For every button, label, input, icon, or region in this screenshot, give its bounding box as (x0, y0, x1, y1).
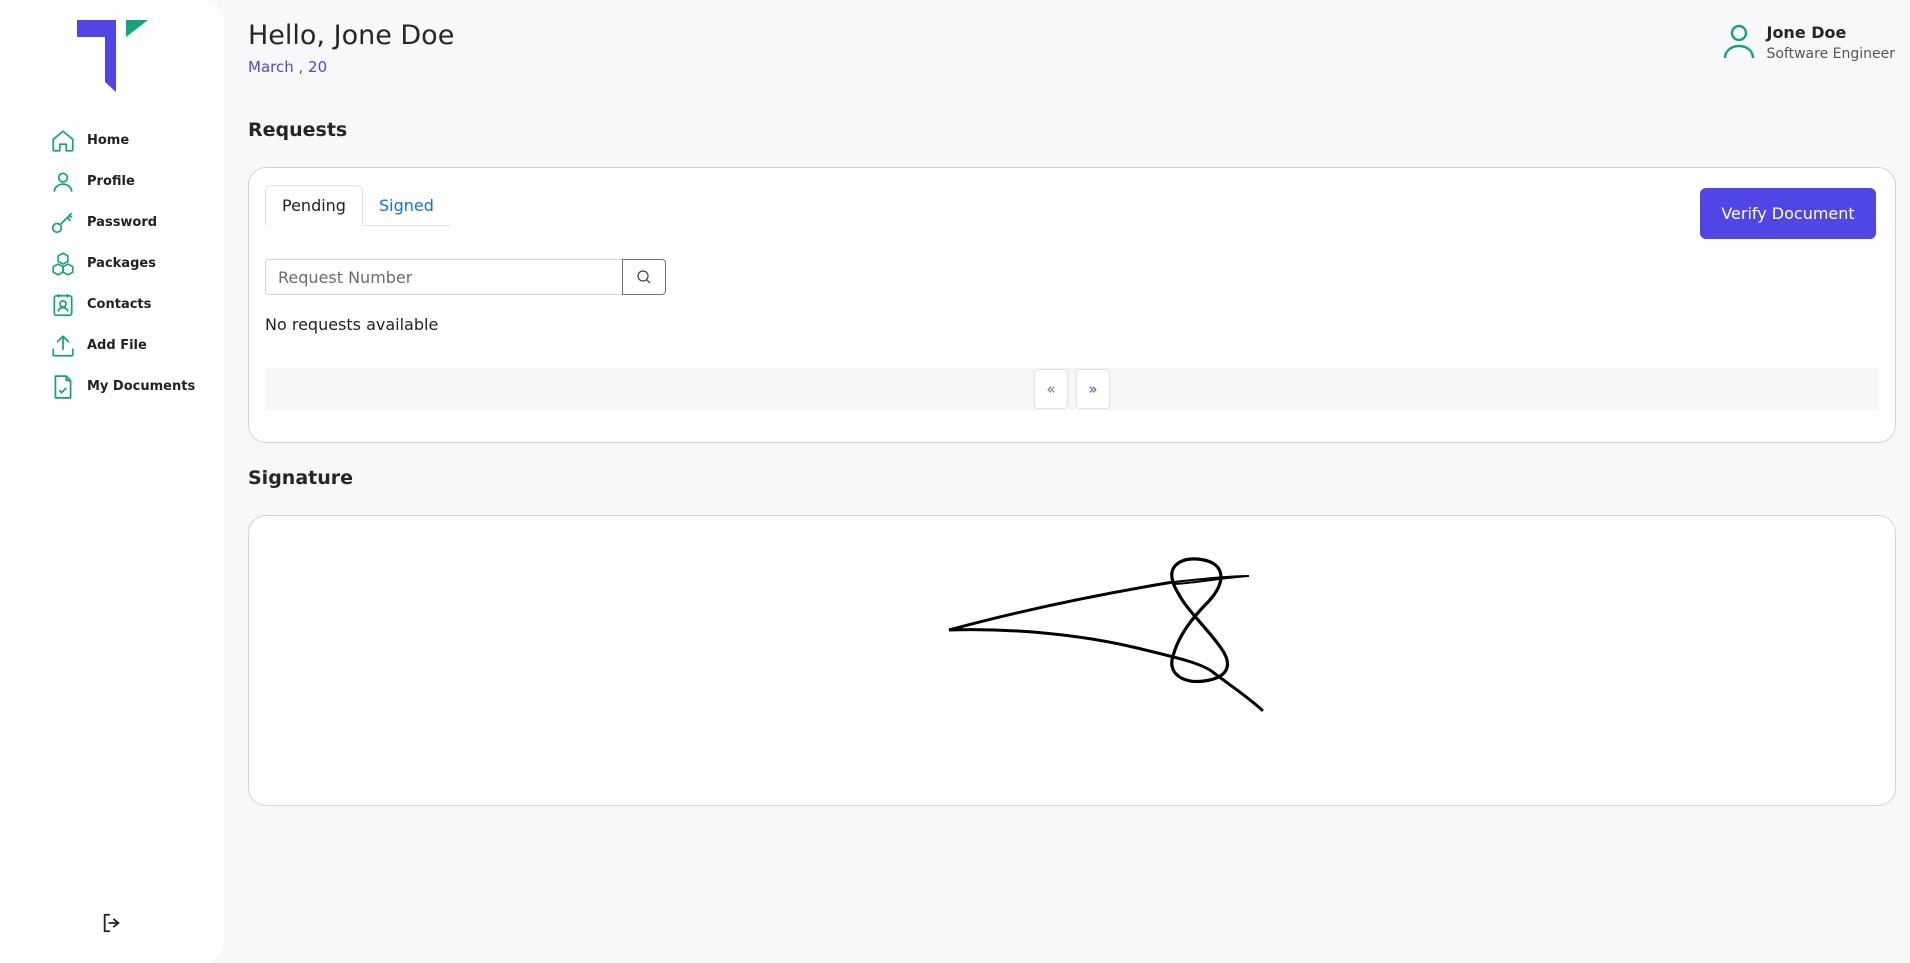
pagination: « » (265, 368, 1879, 410)
sidebar-item-label: Home (87, 133, 130, 148)
sidebar-item-profile[interactable]: Profile (50, 161, 195, 202)
sidebar: Home Profile Password Packages Contacts (0, 0, 224, 963)
greeting-title: Hello, Jone Doe (248, 20, 455, 51)
sidebar-nav: Home Profile Password Packages Contacts (50, 120, 195, 407)
sidebar-item-password[interactable]: Password (50, 202, 195, 243)
request-number-input[interactable] (265, 259, 622, 295)
packages-icon (50, 251, 76, 277)
sidebar-item-home[interactable]: Home (50, 120, 195, 161)
signature-image (948, 557, 1264, 712)
requests-card: Pending Signed Verify Document No reques… (248, 167, 1896, 443)
search-group (265, 259, 666, 295)
sidebar-item-add-file[interactable]: Add File (50, 325, 195, 366)
sidebar-item-label: Contacts (87, 297, 152, 312)
tab-pending[interactable]: Pending (265, 185, 363, 226)
logout-icon[interactable] (101, 912, 123, 934)
contacts-icon (50, 292, 76, 318)
sidebar-item-label: Packages (87, 256, 156, 271)
next-page-button[interactable]: » (1076, 369, 1110, 409)
search-button[interactable] (622, 259, 666, 295)
user-name: Jone Doe (1766, 23, 1847, 42)
sidebar-item-my-documents[interactable]: My Documents (50, 366, 195, 407)
requests-tabs: Pending Signed (265, 185, 450, 226)
document-check-icon (50, 374, 76, 400)
brand-logo[interactable] (74, 20, 148, 92)
key-icon (50, 210, 76, 236)
sidebar-item-label: Password (87, 215, 158, 230)
verify-document-button[interactable]: Verify Document (1700, 188, 1876, 239)
current-date: March , 20 (248, 58, 328, 76)
user-icon (50, 169, 76, 195)
signature-card (248, 515, 1896, 806)
sidebar-item-packages[interactable]: Packages (50, 243, 195, 284)
upload-icon (50, 333, 76, 359)
requests-title: Requests (248, 119, 348, 141)
user-avatar-icon (1724, 24, 1755, 59)
empty-message: No requests available (265, 315, 439, 334)
sidebar-item-label: My Documents (87, 379, 196, 394)
sidebar-item-label: Add File (87, 338, 147, 353)
tab-signed[interactable]: Signed (362, 185, 450, 226)
user-profile[interactable]: Jone Doe Software Engineer (1722, 23, 1895, 62)
signature-title: Signature (248, 467, 354, 489)
user-role: Software Engineer (1766, 46, 1895, 62)
search-icon (637, 270, 651, 284)
sidebar-item-contacts[interactable]: Contacts (50, 284, 195, 325)
prev-page-button[interactable]: « (1034, 369, 1068, 409)
sidebar-item-label: Profile (87, 174, 135, 189)
home-icon (50, 128, 76, 154)
user-info: Jone Doe Software Engineer (1766, 23, 1895, 62)
